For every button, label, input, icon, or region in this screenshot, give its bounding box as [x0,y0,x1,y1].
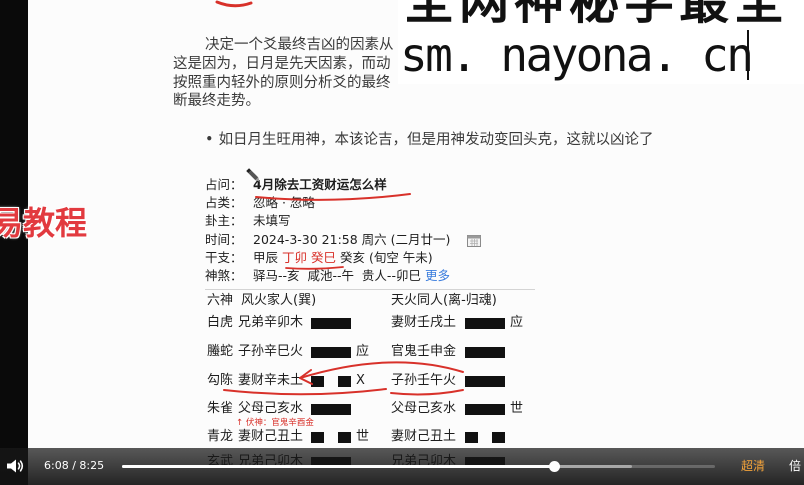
quality-button[interactable]: 超清 [741,458,765,474]
progress-played [122,465,555,468]
speed-button[interactable]: 倍 [789,458,801,474]
annotation-main-line-underline [223,388,387,396]
player-control-bar: 6:08 / 8:25 超清 倍 [0,448,804,485]
annotation-top-stroke [215,0,253,8]
progress-handle[interactable] [549,461,561,472]
annotation-question-underline [255,193,411,201]
progress-bar[interactable] [122,461,715,472]
annotation-changed-line-underline [390,389,464,396]
time-display: 6:08 / 8:25 [44,459,104,473]
duration: 8:25 [79,459,105,472]
annotation-arrow-curve [299,361,464,379]
watermark-url: sm. nayona. cn [400,28,754,82]
watermark-box: 全网神秘学最全 sm. nayona. cn [398,0,804,84]
video-frame[interactable]: 决定一个爻最终吉凶的因素从 这是因为，日月是先天因素，而动 按照重内轻外的原则分… [0,0,804,485]
annotation-ganzhi-underline [285,266,344,270]
current-time: 6:08 [44,459,69,472]
text-cursor [747,30,749,80]
time-separator: / [72,459,76,472]
watermark-banner: 全网神秘学最全 [404,0,789,30]
volume-icon[interactable] [6,458,24,474]
